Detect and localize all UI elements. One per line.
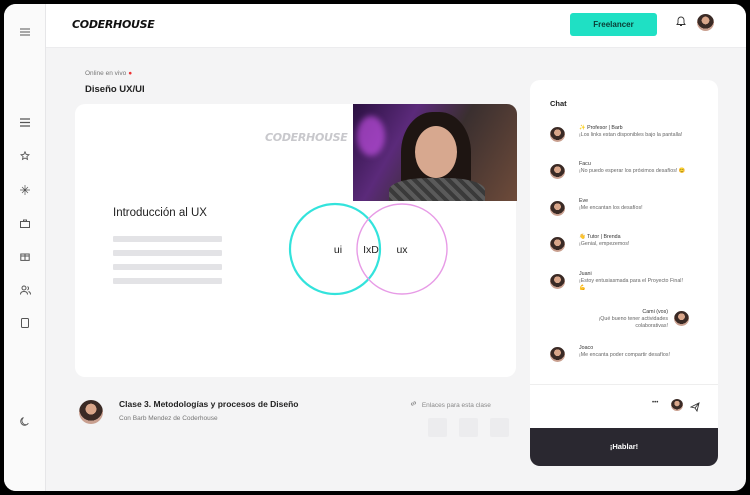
coderhouse-logo[interactable]: CODERHOUSE	[72, 18, 155, 31]
send-icon[interactable]	[689, 399, 700, 417]
video-shirt	[389, 178, 485, 201]
message-avatar	[550, 347, 565, 362]
page-title: Diseño UX/UI	[85, 84, 145, 95]
user-avatar[interactable]	[697, 14, 714, 31]
placeholder-line	[113, 236, 222, 242]
venn-ux-label: ux	[396, 244, 408, 256]
link-thumbnail[interactable]	[490, 418, 509, 437]
instructor-avatar	[79, 400, 103, 424]
slide-title: Introducción al UX	[113, 207, 207, 219]
tablet-icon[interactable]	[17, 318, 33, 334]
chat-message: ✨ Profesor | Barb ¡Los links estan dispon…	[579, 125, 683, 138]
message-avatar	[550, 201, 565, 216]
class-links[interactable]: Enlaces para esta clase	[410, 400, 491, 409]
app-window: CODERHOUSE Freelancer Online en vivo ● Di…	[4, 4, 746, 491]
message-avatar	[674, 311, 689, 326]
bell-icon[interactable]	[674, 16, 688, 32]
chat-message: Joaco ¡Me encanta poder compartir desafío…	[579, 345, 670, 358]
typing-dots: •••	[652, 400, 659, 406]
moon-icon[interactable]	[17, 416, 33, 432]
video-face	[415, 126, 457, 178]
hablar-button[interactable]: ¡Hablar!	[530, 428, 718, 466]
placeholder-line	[113, 264, 222, 270]
venn-ixd-label: IxD	[363, 244, 379, 256]
chat-message: Eve ¡Me encantan los desafíos!	[579, 198, 643, 211]
video-light	[357, 116, 385, 156]
placeholder-line	[113, 250, 222, 256]
chat-message: 👋 Tutor | Brenda ¡Genial, empezemos!	[579, 234, 630, 247]
sidebar	[4, 4, 46, 491]
presentation-slide: CODERHOUSE Introducción al UX ui IxD ux	[75, 104, 517, 377]
chat-message: Facu ¡No puedo esperar los próximos desaf…	[579, 161, 686, 174]
input-avatar	[671, 399, 683, 411]
message-avatar	[550, 274, 565, 289]
class-title: Clase 3. Metodologías y procesos de Dise…	[119, 399, 299, 409]
chat-header: Chat	[550, 99, 567, 108]
class-subtitle: Con Barb Mendez de Coderhouse	[119, 415, 218, 422]
venn-diagram: ui IxD ux	[288, 202, 448, 296]
list-icon[interactable]	[17, 117, 33, 133]
link-thumbnail[interactable]	[428, 418, 447, 437]
star-icon[interactable]	[17, 150, 33, 167]
instructor-video[interactable]	[353, 104, 517, 201]
chat-message-own: Cami (vos) ¡Qué bueno tener actividades c…	[598, 309, 669, 329]
slide-logo: CODERHOUSE	[265, 131, 348, 144]
message-avatar	[550, 237, 565, 252]
menu-icon[interactable]	[17, 26, 33, 42]
link-thumbnail[interactable]	[459, 418, 478, 437]
gift-icon[interactable]	[17, 251, 33, 267]
venn-ui-label: ui	[334, 244, 342, 256]
freelancer-button[interactable]: Freelancer	[570, 13, 657, 36]
chat-input-area[interactable]: •••	[530, 384, 718, 424]
live-status: Online en vivo ●	[85, 70, 133, 77]
message-avatar	[550, 127, 565, 142]
briefcase-icon[interactable]	[17, 218, 33, 234]
link-icon	[410, 401, 419, 409]
topbar: CODERHOUSE Freelancer	[46, 4, 746, 48]
chat-panel: Chat ✨ Profesor | Barb ¡Los links estan d…	[530, 80, 718, 466]
sparkle-icon[interactable]	[17, 185, 33, 201]
message-avatar	[550, 164, 565, 179]
chat-message: Juani ¡Estoy entusiasmada para el Proyect…	[579, 271, 683, 291]
users-icon[interactable]	[17, 285, 33, 301]
placeholder-line	[113, 278, 222, 284]
